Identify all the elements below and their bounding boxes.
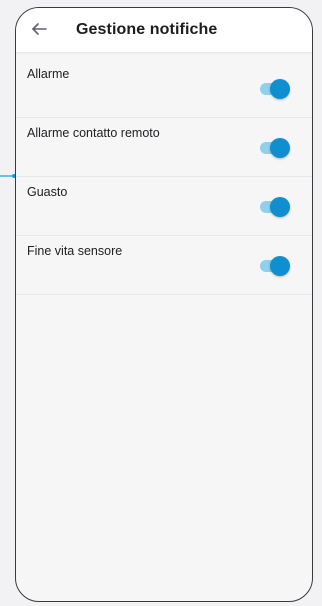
setting-row-allarme-contatto-remoto: Allarme contatto remoto xyxy=(16,118,312,177)
allarme-contatto-remoto-toggle[interactable] xyxy=(260,138,290,158)
toggle-thumb xyxy=(270,197,290,217)
setting-row-fine-vita-sensore: Fine vita sensore xyxy=(16,236,312,295)
fine-vita-sensore-toggle[interactable] xyxy=(260,256,290,276)
guasto-toggle[interactable] xyxy=(260,197,290,217)
toggle-thumb xyxy=(270,256,290,276)
setting-row-guasto: Guasto xyxy=(16,177,312,236)
phone-frame: Gestione notifiche Allarme Allarme conta… xyxy=(15,7,313,602)
toggle-thumb xyxy=(270,79,290,99)
app-bar: Gestione notifiche xyxy=(16,8,312,52)
setting-label: Allarme contatto remoto xyxy=(27,126,160,140)
setting-label: Fine vita sensore xyxy=(27,244,123,258)
screenshot-canvas: Gestione notifiche Allarme Allarme conta… xyxy=(0,0,322,606)
allarme-toggle[interactable] xyxy=(260,79,290,99)
notification-settings-list: Allarme Allarme contatto remoto Guasto F… xyxy=(16,59,312,295)
toggle-thumb xyxy=(270,138,290,158)
page-title: Gestione notifiche xyxy=(76,21,218,38)
setting-row-allarme: Allarme xyxy=(16,59,312,118)
arrow-left-icon[interactable] xyxy=(29,19,49,39)
annotation-connector xyxy=(0,174,16,178)
setting-label: Allarme xyxy=(27,67,70,81)
setting-label: Guasto xyxy=(27,185,68,199)
